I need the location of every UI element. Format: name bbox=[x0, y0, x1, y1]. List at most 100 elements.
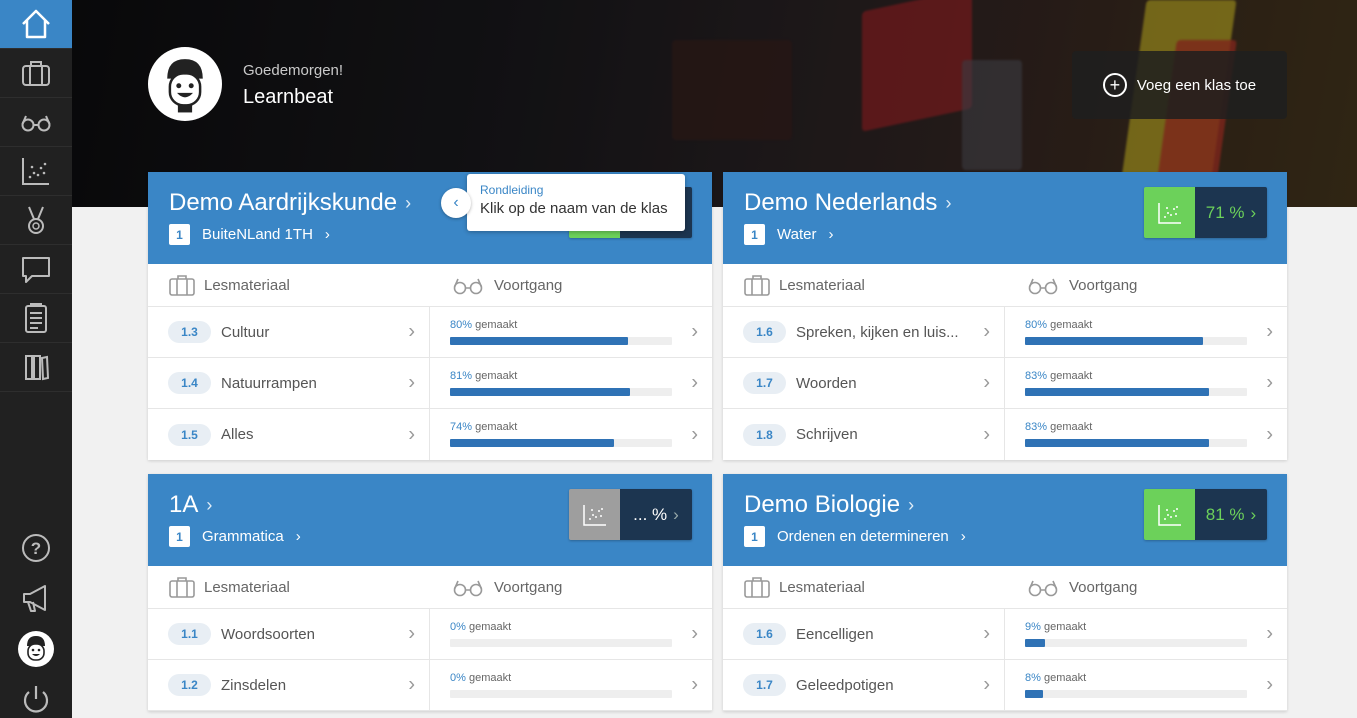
material-header: Lesmateriaal bbox=[204, 578, 290, 596]
progress-link[interactable]: 74% gemaakt › bbox=[430, 409, 712, 460]
lesson-number: 1.2 bbox=[168, 674, 211, 696]
progress-percent: 9% bbox=[1025, 621, 1041, 633]
chevron-right-icon: › bbox=[691, 371, 698, 394]
progress-link[interactable]: 0% gemaakt › bbox=[430, 660, 712, 710]
material-header: Lesmateriaal bbox=[204, 276, 290, 294]
class-title-link[interactable]: 1A › bbox=[169, 491, 212, 519]
glasses-icon bbox=[453, 580, 483, 597]
tour-tooltip: Rondleiding Klik op de naam van de klas bbox=[467, 174, 685, 231]
class-card: Demo Nederlands › 1 Water › 71 % › Lesmat… bbox=[723, 172, 1287, 460]
lesson-link[interactable]: 1.7 Woorden › bbox=[723, 358, 1005, 408]
lesson-row: 1.5 Alles › 74% gemaakt › bbox=[148, 409, 712, 460]
lesson-row: 1.1 Woordsoorten › 0% gemaakt › bbox=[148, 609, 712, 660]
chart-icon bbox=[1157, 202, 1181, 224]
briefcase-icon bbox=[22, 61, 50, 86]
lesson-number: 1.8 bbox=[743, 423, 786, 446]
sidebar: ? bbox=[0, 0, 72, 718]
chart-icon bbox=[22, 158, 49, 185]
sidebar-item-logout[interactable] bbox=[0, 674, 72, 718]
score-button[interactable]: 71 % › bbox=[1144, 187, 1267, 238]
progress-link[interactable]: 0% gemaakt › bbox=[430, 609, 712, 659]
chevron-right-icon: › bbox=[408, 622, 415, 645]
class-title-link[interactable]: Demo Biologie › bbox=[744, 491, 914, 519]
class-subtitle-link[interactable]: 1 Water › bbox=[744, 224, 833, 245]
megaphone-icon bbox=[23, 584, 46, 612]
score-button[interactable]: 81 % › bbox=[1144, 489, 1267, 540]
progress-header: Voortgang bbox=[1069, 578, 1138, 596]
lesson-link[interactable]: 1.5 Alles › bbox=[148, 409, 430, 460]
sidebar-item-badges[interactable] bbox=[0, 196, 72, 245]
sidebar-item-profile[interactable] bbox=[0, 624, 72, 673]
sidebar-item-tasks[interactable] bbox=[0, 294, 72, 343]
progress-bar bbox=[1025, 337, 1247, 345]
progress-bar bbox=[450, 388, 672, 396]
chevron-right-icon: › bbox=[828, 226, 834, 243]
sidebar-item-home[interactable] bbox=[0, 0, 72, 49]
avatar-icon bbox=[18, 630, 54, 667]
chevron-right-icon: › bbox=[324, 226, 330, 243]
progress-bar bbox=[450, 439, 672, 447]
chevron-right-icon: › bbox=[691, 320, 698, 343]
user-avatar[interactable] bbox=[148, 47, 222, 121]
chevron-right-icon: › bbox=[960, 528, 966, 545]
sidebar-item-announcements[interactable] bbox=[0, 573, 72, 622]
progress-link[interactable]: 83% gemaakt › bbox=[1005, 358, 1287, 408]
progress-link[interactable]: 9% gemaakt › bbox=[1005, 609, 1287, 659]
sidebar-item-briefcase[interactable] bbox=[0, 49, 72, 98]
column-header: Lesmateriaal Voortgang bbox=[148, 566, 712, 609]
class-title-link[interactable]: Demo Nederlands › bbox=[744, 189, 951, 217]
sidebar-item-progress[interactable] bbox=[0, 98, 72, 147]
class-subtitle: Grammatica bbox=[202, 528, 284, 545]
lesson-link[interactable]: 1.7 Geleedpotigen › bbox=[723, 660, 1005, 710]
progress-bar bbox=[1025, 639, 1247, 647]
lesson-link[interactable]: 1.8 Schrijven › bbox=[723, 409, 1005, 460]
lesson-link[interactable]: 1.4 Natuurrampen › bbox=[148, 358, 430, 408]
chart-icon bbox=[1157, 504, 1181, 526]
briefcase-icon bbox=[169, 275, 195, 296]
progress-percent: 83% bbox=[1025, 421, 1048, 433]
class-subtitle-link[interactable]: 1 Ordenen en determineren › bbox=[744, 526, 966, 547]
chevron-right-icon: › bbox=[1250, 202, 1257, 222]
progress-header: Voortgang bbox=[494, 578, 563, 596]
score-button[interactable]: ... % › bbox=[569, 489, 692, 540]
chevron-right-icon: › bbox=[983, 423, 990, 445]
power-icon bbox=[23, 685, 49, 713]
progress-percent: 81% bbox=[450, 370, 473, 382]
progress-bar bbox=[1025, 439, 1247, 447]
sidebar-item-messages[interactable] bbox=[0, 245, 72, 294]
progress-link[interactable]: 83% gemaakt › bbox=[1005, 409, 1287, 460]
chevron-right-icon: › bbox=[1266, 673, 1273, 696]
lesson-link[interactable]: 1.6 Eencelligen › bbox=[723, 609, 1005, 659]
progress-percent: 0% bbox=[450, 672, 466, 684]
progress-link[interactable]: 80% gemaakt › bbox=[1005, 307, 1287, 357]
progress-percent: 80% bbox=[450, 319, 473, 331]
column-header: Lesmateriaal Voortgang bbox=[723, 566, 1287, 609]
class-subtitle-link[interactable]: 1 BuiteNLand 1TH › bbox=[169, 224, 330, 245]
chevron-right-icon: › bbox=[908, 494, 915, 515]
chevron-right-icon: › bbox=[408, 320, 415, 343]
chevron-right-icon: › bbox=[1266, 423, 1273, 445]
plus-icon: + bbox=[1102, 73, 1127, 97]
progress-link[interactable]: 80% gemaakt › bbox=[430, 307, 712, 357]
lesson-name: Schrijven bbox=[796, 426, 858, 443]
briefcase-icon bbox=[744, 275, 770, 296]
progress-link[interactable]: 81% gemaakt › bbox=[430, 358, 712, 408]
sidebar-item-results[interactable] bbox=[0, 147, 72, 196]
lesson-link[interactable]: 1.1 Woordsoorten › bbox=[148, 609, 430, 659]
class-title-link[interactable]: Demo Aardrijkskunde › bbox=[169, 189, 411, 217]
lesson-number: 1.6 bbox=[743, 321, 786, 343]
class-subtitle-link[interactable]: 1 Grammatica › bbox=[169, 526, 301, 547]
tour-back-button[interactable]: ‹ bbox=[441, 188, 471, 218]
progress-bar bbox=[1025, 690, 1247, 698]
score-value: ... % bbox=[633, 504, 668, 524]
lesson-link[interactable]: 1.3 Cultuur › bbox=[148, 307, 430, 357]
progress-percent: 8% bbox=[1025, 672, 1041, 684]
lesson-link[interactable]: 1.6 Spreken, kijken en luis... › bbox=[723, 307, 1005, 357]
sidebar-item-help[interactable]: ? bbox=[0, 523, 72, 572]
progress-bar bbox=[450, 337, 672, 345]
progress-link[interactable]: 8% gemaakt › bbox=[1005, 660, 1287, 710]
add-class-button[interactable]: + Voeg een klas toe bbox=[1072, 51, 1287, 119]
class-card: Demo Biologie › 1 Ordenen en determinere… bbox=[723, 474, 1287, 711]
sidebar-item-library[interactable] bbox=[0, 343, 72, 392]
lesson-link[interactable]: 1.2 Zinsdelen › bbox=[148, 660, 430, 710]
